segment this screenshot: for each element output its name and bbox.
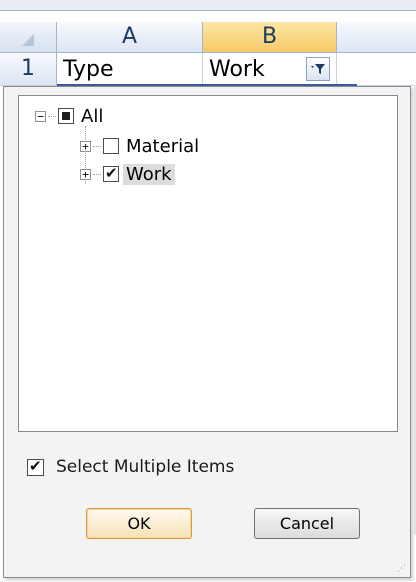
tree-label-material: Material (126, 135, 200, 157)
resize-grip-icon[interactable]: ⋰ (397, 564, 407, 574)
select-multiple-checkbox[interactable] (27, 457, 44, 476)
tree-dots (93, 173, 101, 175)
tree-checkbox-all[interactable] (58, 108, 74, 124)
filter-values-tree[interactable]: − All + Material + Work (18, 95, 398, 432)
cell-a1[interactable]: Type (57, 53, 203, 85)
tree-label-work: Work (123, 163, 175, 185)
tree-checkbox-work[interactable] (103, 164, 119, 182)
autofilter-popup: − All + Material + Work Select Multiple … (3, 86, 411, 578)
row-header-1[interactable]: 1 (0, 53, 57, 85)
expand-icon[interactable]: + (80, 168, 91, 180)
tree-node-material[interactable]: + Material (80, 134, 202, 158)
ok-button[interactable]: OK (86, 508, 192, 539)
select-all-triangle-icon (22, 34, 34, 46)
select-multiple-items-option[interactable]: Select Multiple Items (27, 457, 234, 477)
tree-dots (48, 115, 56, 117)
tree-dots (93, 145, 101, 147)
tree-label-all: All (81, 105, 104, 127)
collapse-icon[interactable]: − (35, 110, 46, 122)
tree-node-work[interactable]: + Work (80, 162, 175, 186)
column-header-a[interactable]: A (57, 22, 203, 52)
toolbar-strip (0, 0, 416, 11)
cancel-button[interactable]: Cancel (254, 508, 360, 539)
expand-icon[interactable]: + (80, 140, 91, 152)
filter-funnel-icon (311, 64, 325, 74)
select-multiple-label: Select Multiple Items (56, 457, 235, 477)
filter-dropdown-button[interactable] (306, 57, 330, 81)
tree-checkbox-material[interactable] (103, 138, 119, 154)
column-header-b[interactable]: B (203, 22, 337, 52)
tree-node-all[interactable]: − All (35, 104, 106, 128)
